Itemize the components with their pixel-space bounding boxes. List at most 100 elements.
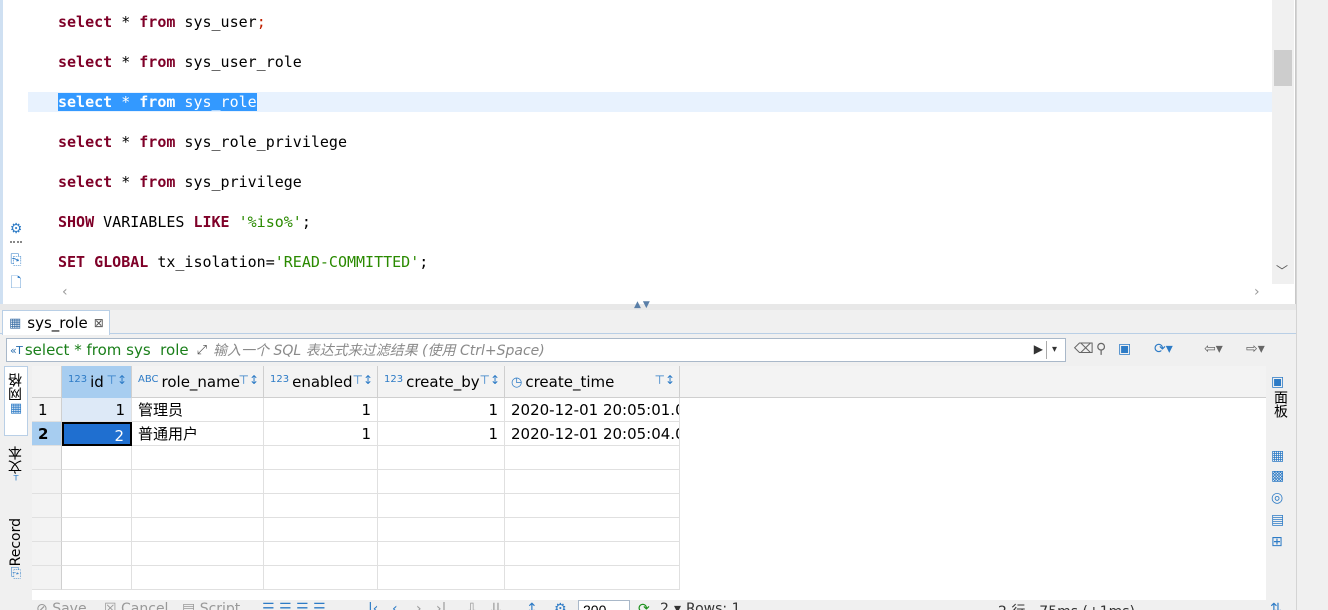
cell-id[interactable]: 1	[62, 398, 132, 422]
numeric-type-icon: 123	[68, 373, 88, 385]
eraser-icon[interactable]: ⌫	[1074, 341, 1094, 357]
fetch-all-icon[interactable]: ⇊	[490, 601, 502, 610]
save-button[interactable]: ⊘ Save	[36, 601, 87, 610]
clock-icon: ◷	[511, 374, 523, 390]
sql-string: '%iso%'	[238, 213, 302, 231]
refresh-icon[interactable]: ⟳	[638, 601, 650, 610]
column-header-create-by[interactable]: 123 create_by ⊤↕	[378, 366, 505, 398]
apply-filter-icon[interactable]: ▶	[1034, 342, 1043, 356]
column-name: role_name	[161, 373, 240, 391]
table-row[interactable]: 1 1 管理员 1 1 2020-12-01 20:05:01.0	[32, 398, 1266, 422]
new-script-icon[interactable]: 🗋	[8, 275, 24, 292]
cell-id[interactable]: 2	[62, 422, 132, 446]
sql-keyword: from	[139, 13, 176, 31]
sort-icon[interactable]: ↕	[526, 601, 538, 610]
close-icon[interactable]: ⊠	[94, 316, 104, 330]
empty-cell	[378, 470, 505, 494]
code-line[interactable]: select * from sys_role	[58, 92, 257, 112]
pin-icon[interactable]: ⇅	[1270, 601, 1282, 610]
column-filter-icon[interactable]: ⊤↕	[352, 373, 373, 387]
column-filter-icon[interactable]: ⊤↕	[238, 373, 259, 387]
column-filter-icon[interactable]: ⊤↕	[479, 373, 500, 387]
row-number[interactable]: 1	[32, 398, 62, 422]
first-row-icon[interactable]: |‹	[368, 601, 378, 610]
cell-create-by[interactable]: 1	[378, 422, 505, 446]
cell-role-name[interactable]: 普通用户	[132, 422, 264, 446]
code-line[interactable]: select * from sys_user;	[58, 12, 266, 32]
fetch-next-icon[interactable]: ⇩	[466, 601, 478, 610]
cell-role-name[interactable]: 管理员	[132, 398, 264, 422]
script-button[interactable]: ▤ Script	[182, 601, 240, 610]
splitter-arrows-icon[interactable]: ▲▼	[634, 300, 652, 310]
cell-create-time[interactable]: 2020-12-01 20:05:04.0	[505, 422, 680, 446]
sql-token: *	[112, 53, 140, 71]
tab-sys-role[interactable]: ▦ sys_role ⊠	[2, 310, 110, 335]
filter-query-text: select * from sys role	[24, 341, 189, 359]
column-filter-icon[interactable]: ⊤↕	[106, 373, 127, 387]
result-grid[interactable]: 123 id ⊤↕ ABC role_name ⊤↕ 123 enabled ⊤…	[32, 366, 1266, 600]
sql-keyword: select	[58, 93, 113, 111]
panels-icon[interactable]: ▣	[1271, 374, 1284, 390]
row-number[interactable]: 2	[32, 422, 62, 446]
sql-editor[interactable]: ⚙ ⎘ 🗋 select * from sys_user; select * fr…	[0, 0, 1296, 304]
cell-create-time[interactable]: 2020-12-01 20:05:01.0	[505, 398, 680, 422]
sql-keyword: select	[58, 133, 113, 151]
circle-icon[interactable]: ◎	[1271, 490, 1283, 506]
scroll-thumb[interactable]	[1274, 50, 1292, 86]
export-icon[interactable]: ⎘	[8, 252, 24, 268]
script-label: Script	[199, 601, 241, 610]
column-filter-icon[interactable]: ⊤↕	[654, 373, 675, 387]
cell-enabled[interactable]: 1	[264, 422, 378, 446]
refresh-options-icon[interactable]: ⟳▾	[1154, 341, 1173, 357]
cancel-button[interactable]: ☒ Cancel	[104, 601, 168, 610]
tiles-icon[interactable]: ⊞	[1271, 534, 1283, 550]
prev-row-icon[interactable]: ‹	[392, 601, 398, 610]
sql-keyword: from	[139, 93, 176, 111]
cell-create-by[interactable]: 1	[378, 398, 505, 422]
grid-header: 123 id ⊤↕ ABC role_name ⊤↕ 123 enabled ⊤…	[32, 366, 1266, 398]
tab-grid[interactable]: 网格 ▦	[4, 366, 28, 436]
column-header-enabled[interactable]: 123 enabled ⊤↕	[264, 366, 378, 398]
edit-rows-icons[interactable]: ☰ ☰ ☰ ☰	[262, 601, 326, 610]
next-row-icon[interactable]: ›	[416, 601, 422, 610]
table-row[interactable]: 2 2 普通用户 1 1 2020-12-01 20:05:04.0	[32, 422, 1266, 446]
fetch-size-input[interactable]	[578, 600, 630, 610]
tab-record[interactable]: Record ⎘	[4, 514, 28, 600]
last-row-icon[interactable]: ›|	[436, 601, 446, 610]
tab-panels-label[interactable]: 面板	[1270, 390, 1290, 418]
save-filter-icon[interactable]: ▣	[1118, 341, 1131, 357]
tab-text[interactable]: 文本 ᵀ	[4, 442, 28, 500]
tab-grid-label: 网格	[8, 373, 24, 401]
settings-icon[interactable]: ⚙	[554, 601, 567, 610]
column-header-create-time[interactable]: ◷ create_time ⊤↕	[505, 366, 680, 398]
filter-settings-icon[interactable]: ⚲	[1096, 341, 1106, 357]
row-number-header[interactable]	[32, 366, 62, 398]
chevron-left-icon[interactable]: ‹	[62, 284, 68, 300]
filter-history-dropdown[interactable]: ▾	[1046, 341, 1062, 359]
empty-cell	[32, 494, 62, 518]
refresh-dropdown-icon[interactable]: ▾	[674, 601, 681, 610]
chevron-right-icon[interactable]: ›	[1254, 284, 1260, 300]
editor-vertical-scrollbar[interactable]: ﹀	[1272, 0, 1294, 284]
column-header-id[interactable]: 123 id ⊤↕	[62, 366, 132, 398]
gear-icon[interactable]: ⚙	[8, 221, 24, 237]
column-name: create_by	[406, 373, 480, 391]
code-line[interactable]: SET GLOBAL tx_isolation='READ-COMMITTED'…	[58, 252, 428, 272]
code-line[interactable]: select * from sys_user_role	[58, 52, 302, 72]
back-icon[interactable]: ⇦▾	[1204, 341, 1223, 357]
empty-cell	[32, 566, 62, 590]
cell-enabled[interactable]: 1	[264, 398, 378, 422]
sql-keyword: select	[58, 13, 113, 31]
calc-icon[interactable]: ▦	[1271, 448, 1284, 464]
filter-input[interactable]: «T select * from sys role ⤢ 输入一个 SQL 表达式…	[6, 338, 1066, 362]
chevron-down-icon[interactable]: ﹀	[1276, 262, 1288, 279]
code-line[interactable]: select * from sys_role_privilege	[58, 132, 347, 152]
code-line[interactable]: SHOW VARIABLES LIKE '%iso%';	[58, 212, 311, 232]
empty-cell	[264, 542, 378, 566]
forward-icon[interactable]: ⇨▾	[1246, 341, 1265, 357]
column-header-role-name[interactable]: ABC role_name ⊤↕	[132, 366, 264, 398]
grid-layout-icon[interactable]: ▩	[1271, 468, 1284, 484]
expand-icon[interactable]: ⤢	[197, 343, 207, 358]
code-line[interactable]: select * from sys_privilege	[58, 172, 302, 192]
window-icon[interactable]: ▤	[1271, 512, 1284, 528]
